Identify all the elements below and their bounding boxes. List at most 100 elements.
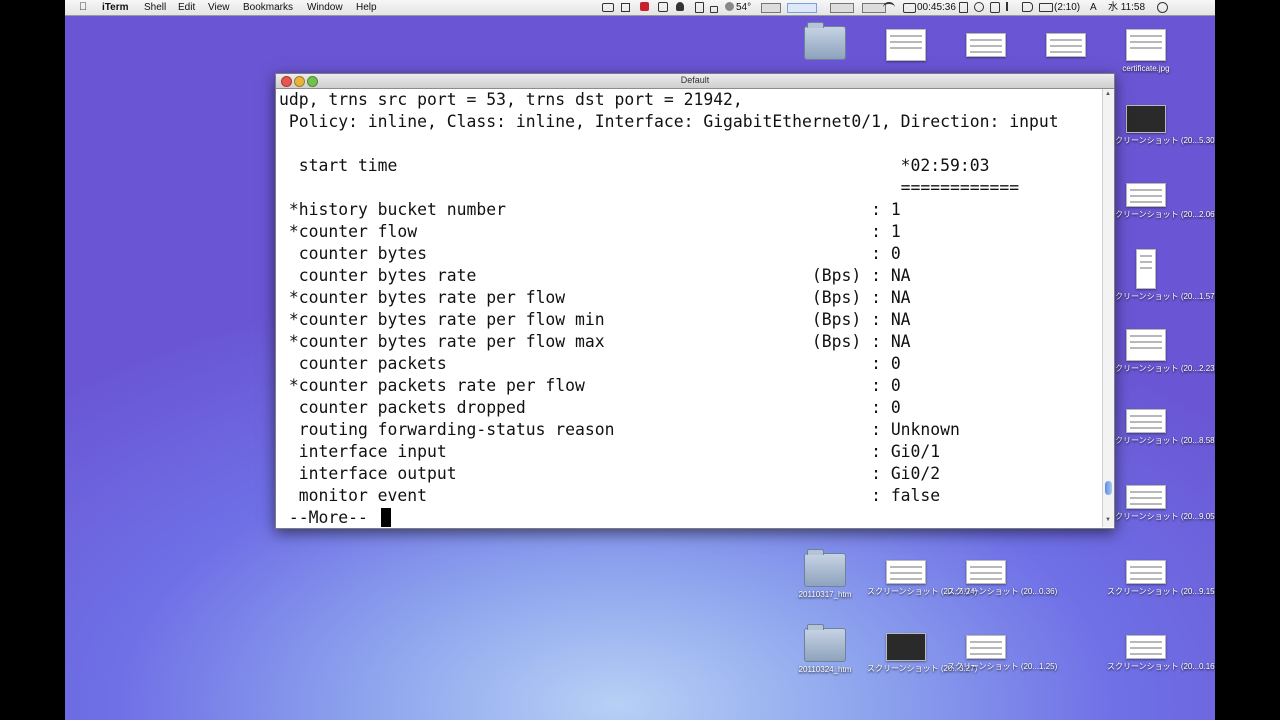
menu-view[interactable]: View [208, 1, 230, 14]
image-thumbnail-icon [1046, 33, 1086, 57]
image-thumbnail-icon [886, 29, 926, 61]
lock-icon[interactable] [710, 6, 718, 13]
clock-label[interactable]: 水 11:58 [1108, 1, 1145, 14]
menu-bar:  iTerm Shell Edit View Bookmarks Window… [65, 0, 1215, 16]
menu-window[interactable]: Window [307, 1, 343, 14]
desktop-file[interactable] [867, 26, 945, 64]
sync-icon[interactable] [658, 2, 668, 12]
terminal-output[interactable]: udp, trns src port = 53, trns dst port =… [276, 89, 1102, 527]
bluetooth-icon[interactable] [1006, 2, 1014, 11]
scroll-down-icon[interactable]: ▼ [1105, 517, 1111, 523]
terminal-line: Policy: inline, Class: inline, Interface… [279, 112, 1059, 131]
image-thumbnail-icon [1126, 183, 1166, 207]
window-icon[interactable] [621, 3, 630, 12]
terminal-line: *counter flow : 1 [279, 222, 901, 241]
menu-shell[interactable]: Shell [144, 1, 166, 14]
desktop-icon-label: スクリーンショット (20...0.36) [947, 587, 1058, 596]
desktop-icon-label: スクリーンショット (20...6.24) [867, 587, 978, 596]
terminal-line: start time *02:59:03 [279, 156, 990, 175]
desktop-icon-label: スクリーンショット (20...5.30) [1107, 136, 1215, 145]
folder-icon [804, 22, 846, 60]
document-icon[interactable] [959, 2, 968, 13]
adobe-icon[interactable] [640, 2, 649, 11]
network-meter-icon[interactable] [787, 3, 817, 13]
terminal-line: *counter bytes rate per flow (Bps) : NA [279, 288, 911, 307]
image-thumbnail-icon [1126, 105, 1166, 133]
desktop-file[interactable]: スクリーンショット (20...0.36) [947, 553, 1058, 596]
spotlight-icon[interactable] [1157, 2, 1168, 13]
battery-time-label: (2:10) [1054, 2, 1081, 13]
terminal-line: interface input : Gi0/1 [279, 442, 941, 461]
desktop-icon-label: スクリーンショット (20...1.25) [947, 662, 1058, 671]
scroll-up-icon[interactable]: ▲ [1105, 91, 1111, 97]
image-thumbnail-icon [966, 33, 1006, 57]
image-thumbnail-icon [1126, 409, 1166, 433]
desktop-file[interactable]: スクリーンショット (20...0.16) [1107, 628, 1215, 671]
terminal-line: interface output : Gi0/2 [279, 464, 941, 483]
app-menu[interactable]: iTerm [102, 1, 129, 14]
title-bar[interactable]: Default [276, 74, 1114, 89]
terminal-line: monitor event : false [279, 486, 941, 505]
terminal-line: counter packets dropped : 0 [279, 398, 901, 417]
desktop-icon-label: スクリーンショット (20...0.16) [1107, 662, 1215, 671]
desktop-icon-label: certificate.jpg [1122, 64, 1170, 73]
more-prompt: --More-- [279, 508, 378, 527]
memory-meter-icon[interactable] [830, 3, 854, 13]
image-thumbnail-icon [1126, 485, 1166, 509]
cpu-meter-icon[interactable] [761, 3, 781, 13]
desktop-icon-label: 20110324_htm [798, 665, 852, 674]
evernote-icon[interactable] [676, 2, 684, 11]
wifi-icon[interactable] [883, 2, 895, 13]
terminal-line: *counter packets rate per flow : 0 [279, 376, 901, 395]
desktop-file[interactable]: スクリーンショット (20...5.30) [1107, 100, 1215, 145]
sync-status-icon[interactable] [990, 2, 1000, 13]
menu-edit[interactable]: Edit [178, 1, 195, 14]
desktop-file[interactable]: スクリーンショット (20...2.06) [1107, 176, 1215, 219]
desktop:  iTerm Shell Edit View Bookmarks Window… [65, 0, 1215, 720]
time-machine-icon[interactable] [974, 2, 984, 12]
temperature-label: 54° [736, 2, 752, 13]
desktop-icon-label: スクリーンショット (20...9.05) [1107, 512, 1215, 521]
timer-icon[interactable] [903, 3, 916, 13]
desktop-file[interactable]: スクリーンショット (20...1.25) [947, 628, 1058, 671]
input-mode-label[interactable]: A [1090, 1, 1097, 14]
desktop-folder[interactable]: 20110324_htm [786, 624, 864, 674]
desktop-icon-label: スクリーンショット (20...1.57) [1107, 292, 1215, 301]
desktop-icon-label: スクリーンショット (20...9.15) [1107, 587, 1215, 596]
desktop-file[interactable]: スクリーンショット (20...9.15) [1107, 553, 1215, 596]
battery-icon[interactable] [1039, 3, 1053, 12]
weather-icon[interactable] [725, 2, 734, 11]
desktop-file[interactable] [947, 26, 1025, 60]
apple-menu-icon[interactable]:  [79, 1, 87, 13]
folder-icon [804, 624, 846, 662]
screen-recorder-icon[interactable] [602, 3, 614, 12]
menu-bookmarks[interactable]: Bookmarks [243, 1, 293, 14]
desktop-folder[interactable] [786, 22, 864, 63]
desktop-file[interactable]: スクリーンショット (20...3.27) [867, 628, 978, 673]
desktop-file[interactable]: スクリーンショット (20...1.57) [1107, 249, 1215, 301]
folder-icon [804, 549, 846, 587]
desktop-file[interactable]: certificate.jpg [1107, 26, 1185, 73]
volume-icon[interactable] [1022, 2, 1033, 12]
terminal-window[interactable]: Default udp, trns src port = 53, trns ds… [275, 73, 1115, 529]
desktop-file[interactable] [1027, 26, 1105, 60]
desktop-icon-label: スクリーンショット (20...8.58) [1107, 436, 1215, 445]
menu-help[interactable]: Help [356, 1, 377, 14]
desktop-folder[interactable]: 20110317_htm [786, 549, 864, 599]
desktop-file[interactable]: スクリーンショット (20...9.05) [1107, 478, 1215, 521]
scrollbar[interactable]: ▲ ▼ [1102, 89, 1114, 527]
desktop-file[interactable]: スクリーンショット (20...2.23) [1107, 326, 1215, 373]
image-thumbnail-icon [966, 560, 1006, 584]
desktop-file[interactable]: スクリーンショット (20...6.24) [867, 553, 978, 596]
scroll-thumb[interactable] [1105, 481, 1112, 495]
image-thumbnail-icon [886, 633, 926, 661]
image-thumbnail-icon [1136, 249, 1156, 289]
desktop-icon-label: スクリーンショット (20...2.23) [1107, 364, 1215, 373]
desktop-icon-label: スクリーンショット (20...3.27) [867, 664, 978, 673]
clipboard-icon[interactable] [695, 2, 704, 13]
desktop-file[interactable]: スクリーンショット (20...8.58) [1107, 402, 1215, 445]
terminal-line: ============ [279, 178, 1020, 197]
desktop-icon-label: 20110317_htm [798, 590, 852, 599]
terminal-line: counter bytes rate (Bps) : NA [279, 266, 911, 285]
image-thumbnail-icon [1126, 329, 1166, 361]
